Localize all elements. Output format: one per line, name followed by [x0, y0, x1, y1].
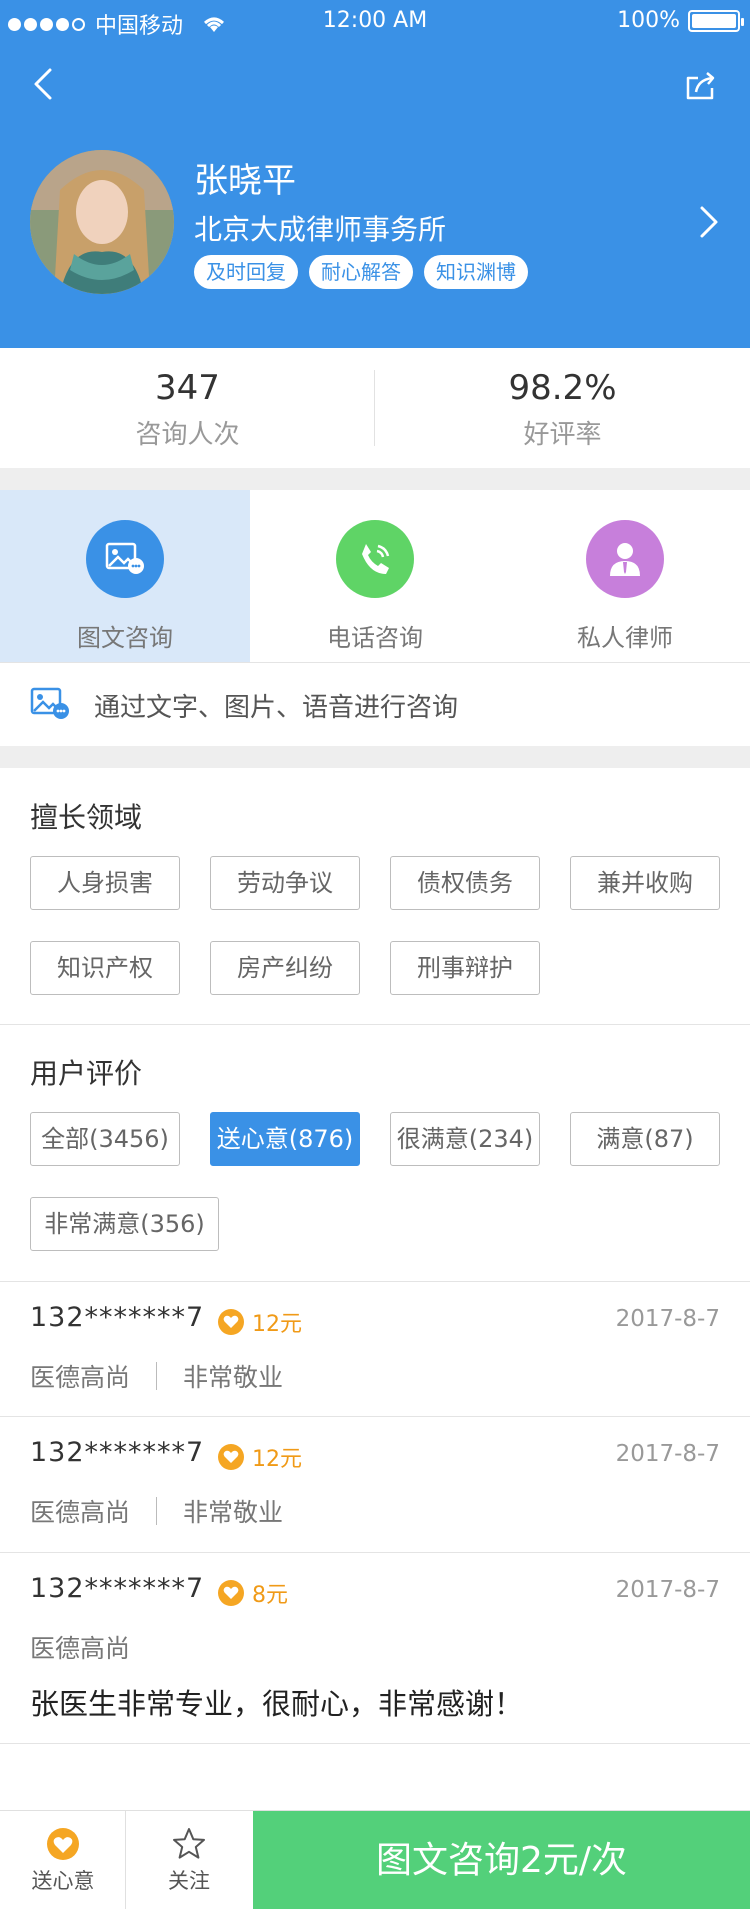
tab-label: 电话咨询 [327, 624, 423, 652]
review-filter-extremely-satisfied[interactable]: 非常满意(356) [30, 1197, 219, 1251]
service-tabs: 图文咨询 电话咨询 私人律师 [0, 490, 750, 662]
chevron-right-icon[interactable] [696, 203, 722, 241]
review-gift-amount: 12元 [252, 1447, 302, 1472]
lawyer-firm: 北京大成律师事务所 [194, 213, 447, 246]
review-user: 132*******7 [30, 1437, 205, 1468]
review-filter-all[interactable]: 全部(3456) [30, 1112, 180, 1166]
review-tags: 医德高尚 [30, 1629, 130, 1665]
avatar-image [30, 150, 174, 294]
tab-label: 图文咨询 [77, 624, 173, 652]
reviews-title: 用户评价 [30, 1057, 143, 1090]
expertise-chip[interactable]: 劳动争议 [210, 856, 360, 910]
review-filter-very-satisfied[interactable]: 很满意(234) [390, 1112, 540, 1166]
review-date: 2017-8-7 [615, 1441, 720, 1467]
divider [0, 1024, 750, 1025]
review-item: 132*******7 8元 2017-8-7 医德高尚 张医生非常专业，很耐心… [0, 1553, 750, 1743]
review-gift: 12元 [218, 1306, 302, 1338]
stat-value: 347 [155, 368, 220, 408]
review-date: 2017-8-7 [615, 1577, 720, 1603]
review-gift-amount: 8元 [252, 1583, 288, 1608]
review-user: 132*******7 [30, 1573, 205, 1604]
divider [156, 1497, 158, 1525]
heart-icon [218, 1309, 244, 1335]
stat-label: 好评率 [523, 420, 602, 450]
expertise-chip[interactable]: 兼并收购 [570, 856, 720, 910]
consult-cta-button[interactable]: 图文咨询2元/次 [253, 1811, 750, 1909]
heart-icon [218, 1444, 244, 1470]
expertise-chip[interactable]: 知识产权 [30, 941, 180, 995]
status-bar: 中国移动 12:00 AM 100% [0, 0, 750, 40]
profile-header: 中国移动 12:00 AM 100% 张晓平 北京大成律师事务所 及时回复 耐心… [0, 0, 750, 348]
stat-value: 98.2% [508, 368, 617, 408]
star-icon [172, 1827, 206, 1861]
follow-button[interactable]: 关注 [126, 1811, 252, 1909]
tab-private-lawyer[interactable]: 私人律师 [500, 490, 750, 662]
tab-phone-consult[interactable]: 电话咨询 [250, 490, 500, 662]
review-gift: 8元 [218, 1577, 288, 1609]
service-description-text: 通过文字、图片、语音进行咨询 [94, 693, 459, 723]
review-gift-amount: 12元 [252, 1312, 302, 1337]
divider [0, 468, 750, 490]
heart-icon [46, 1827, 80, 1861]
stats-panel: 347 咨询人次 98.2% 好评率 [0, 348, 750, 468]
share-icon[interactable] [682, 66, 722, 106]
expertise-chip[interactable]: 债权债务 [390, 856, 540, 910]
review-tag: 医德高尚 [30, 1363, 131, 1392]
battery-icon [688, 9, 744, 32]
expertise-chip[interactable]: 人身损害 [30, 856, 180, 910]
stat-label: 咨询人次 [135, 420, 240, 450]
bottom-action-bar: 送心意 关注 图文咨询2元/次 [0, 1810, 750, 1909]
service-description: 通过文字、图片、语音进行咨询 [0, 662, 750, 746]
expertise-title: 擅长领域 [30, 801, 143, 834]
review-tag: 医德高尚 [30, 1498, 131, 1527]
chevron-left-icon[interactable] [26, 64, 66, 104]
lawyer-name: 张晓平 [194, 161, 296, 201]
divider [0, 1743, 750, 1744]
heart-icon [218, 1580, 244, 1606]
review-tags: 医德高尚 非常敬业 [30, 1358, 283, 1394]
review-filter-satisfied[interactable]: 满意(87) [570, 1112, 720, 1166]
expertise-chip[interactable]: 刑事辩护 [390, 941, 540, 995]
send-gift-label: 送心意 [31, 1869, 95, 1893]
divider [0, 746, 750, 768]
tab-image-text-consult[interactable]: 图文咨询 [0, 490, 250, 662]
battery-percent: 100% [617, 8, 680, 33]
review-item: 132*******7 12元 2017-8-7 医德高尚 非常敬业 [0, 1417, 750, 1552]
send-gift-button[interactable]: 送心意 [0, 1811, 126, 1909]
review-tag: 非常敬业 [183, 1363, 284, 1392]
profile-tags: 及时回复 耐心解答 知识渊博 [194, 255, 528, 289]
status-right: 100% [617, 8, 744, 33]
expertise-chip[interactable]: 房产纠纷 [210, 941, 360, 995]
review-date: 2017-8-7 [615, 1306, 720, 1332]
profile-tag: 耐心解答 [309, 255, 413, 289]
profile-tag: 及时回复 [194, 255, 298, 289]
person-icon [586, 520, 664, 598]
review-user: 132*******7 [30, 1302, 205, 1333]
image-chat-icon [86, 520, 164, 598]
divider [156, 1362, 158, 1390]
stat-consultations: 347 咨询人次 [0, 348, 375, 468]
follow-label: 关注 [168, 1869, 210, 1893]
review-filter-gift[interactable]: 送心意(876) [210, 1112, 360, 1166]
review-text: 张医生非常专业，很耐心，非常感谢！ [30, 1687, 524, 1721]
review-gift: 12元 [218, 1441, 302, 1473]
tab-label: 私人律师 [577, 624, 673, 652]
stat-rating: 98.2% 好评率 [375, 348, 750, 468]
profile-tag: 知识渊博 [424, 255, 528, 289]
phone-icon [336, 520, 414, 598]
avatar[interactable] [30, 150, 174, 294]
review-tag: 非常敬业 [183, 1498, 284, 1527]
review-tags: 医德高尚 非常敬业 [30, 1493, 283, 1529]
review-tag: 医德高尚 [30, 1634, 131, 1663]
image-chat-icon [30, 687, 69, 719]
review-item: 132*******7 12元 2017-8-7 医德高尚 非常敬业 [0, 1282, 750, 1416]
